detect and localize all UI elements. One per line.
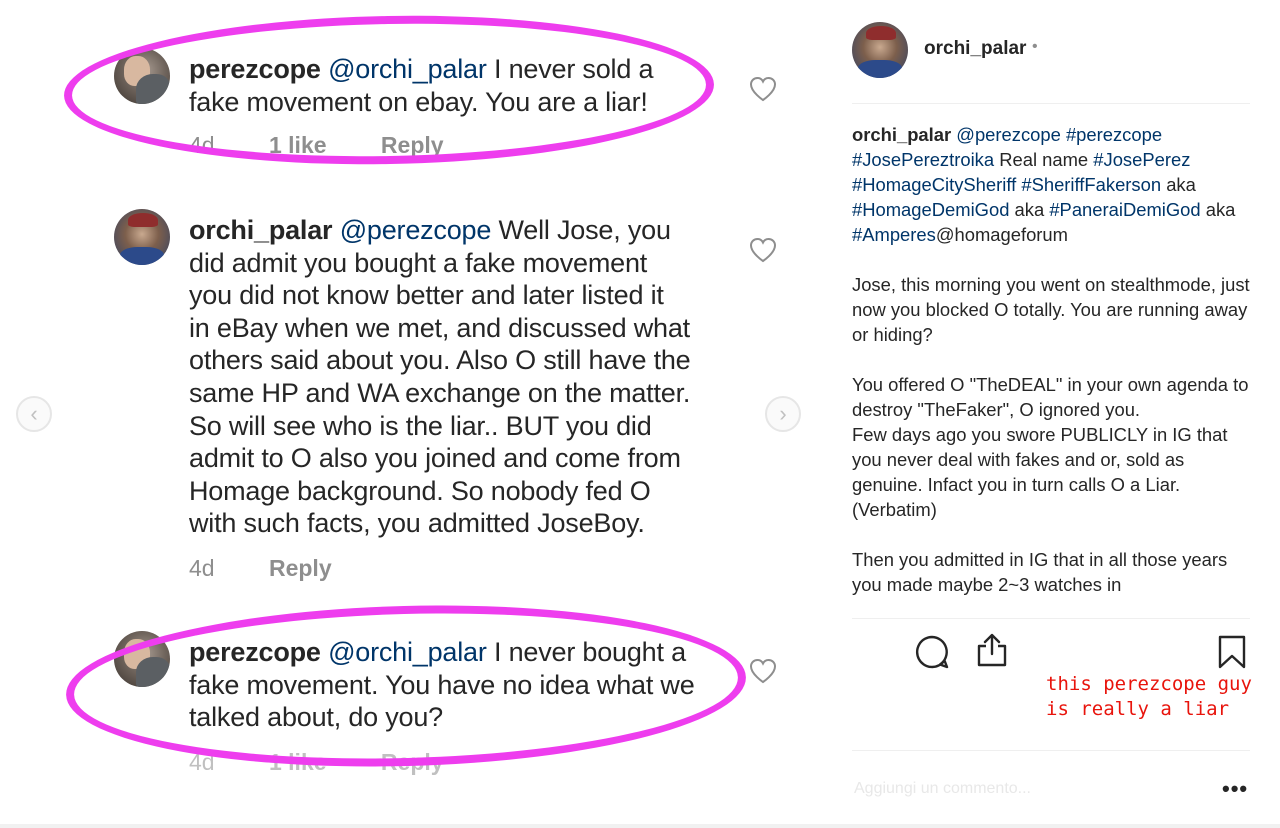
post-panel: orchi_palar • orchi_palar @perezcope #pe…	[840, 0, 1280, 828]
comment-likes[interactable]: 1 like	[269, 749, 327, 775]
red-annotation-note: this perezcope guy is really a liar	[1046, 673, 1252, 720]
comments-screenshot: perezcope @orchi_palar I never sold a fa…	[0, 0, 840, 828]
comment-username[interactable]: perezcope	[189, 637, 321, 667]
bookmark-icon[interactable]	[1214, 634, 1250, 670]
caption-text: @homageforum	[935, 224, 1068, 245]
comment-mention[interactable]: @perezcope	[340, 215, 492, 245]
comment-3: perezcope @orchi_palar I never bought a …	[189, 636, 695, 734]
comment-text-line: talked about, do you?	[189, 702, 444, 733]
comment-mention[interactable]: @orchi_palar	[328, 637, 487, 667]
reply-button[interactable]: Reply	[381, 749, 444, 775]
avatar-orchi-palar[interactable]	[114, 209, 170, 265]
avatar-perezcope[interactable]	[114, 48, 170, 104]
caption-text: aka	[1205, 199, 1236, 220]
caption-paragraph: Jose, this morning you went on stealthmo…	[852, 274, 1250, 345]
reply-button[interactable]: Reply	[381, 132, 444, 158]
hashtag[interactable]: #JosePereztroika	[852, 149, 994, 170]
comment-text-line: same HP and WA exchange on the matter.	[189, 377, 691, 408]
comment-meta: 4d 1 like Reply	[189, 132, 492, 159]
comment-text-line: I never sold a	[493, 54, 654, 84]
divider	[852, 750, 1250, 751]
comment-time: 4d	[189, 555, 215, 581]
hashtag[interactable]: #JosePerez	[1093, 149, 1190, 170]
caption-paragraph: Then you admitted in IG that in all thos…	[852, 549, 1228, 595]
comment-text-line: admit to O also you joined and come from	[189, 443, 681, 474]
share-icon[interactable]	[974, 632, 1010, 668]
caption-text: aka	[1166, 174, 1196, 195]
heart-icon[interactable]	[749, 237, 777, 263]
caption-tags[interactable]: @perezcope #perezcope	[956, 124, 1162, 145]
comment-time: 4d	[189, 749, 215, 775]
comment-text-line: in eBay when we met, and discussed what	[189, 312, 690, 343]
caption-text: aka	[1014, 199, 1045, 220]
divider	[852, 103, 1250, 104]
comment-username[interactable]: orchi_palar	[189, 215, 333, 245]
divider	[852, 618, 1250, 619]
caption-paragraph: Few days ago you swore PUBLICLY in IG th…	[852, 424, 1228, 520]
comment-text-line: with such facts, you admitted JoseBoy.	[189, 508, 645, 539]
comment-text-line: fake movement. You have no idea what we	[189, 669, 695, 700]
more-options-icon[interactable]: •••	[1222, 776, 1248, 802]
bottom-edge	[0, 824, 1280, 828]
hashtag[interactable]: #SheriffFakerson	[1021, 174, 1161, 195]
caption-paragraph: You offered O "TheDEAL" in your own agen…	[852, 374, 1249, 420]
post-username[interactable]: orchi_palar	[924, 38, 1026, 60]
chevron-right-icon[interactable]: ›	[765, 396, 801, 432]
comment-username[interactable]: perezcope	[189, 54, 321, 84]
comment-likes[interactable]: 1 like	[269, 132, 327, 158]
comment-text-line: you did not know better and later listed…	[189, 280, 664, 311]
comment-meta: 4d 1 like Reply	[189, 749, 492, 776]
post-caption: orchi_palar @perezcope #perezcope #JoseP…	[852, 122, 1252, 618]
comment-text-line: Homage background. So nobody fed O	[189, 475, 651, 506]
avatar-perezcope[interactable]	[114, 631, 170, 687]
hashtag[interactable]: #Amperes	[852, 224, 936, 245]
hashtag[interactable]: #HomageDemiGod	[852, 199, 1009, 220]
comment-2: orchi_palar @perezcope Well Jose, you di…	[189, 214, 691, 540]
separator-dot: •	[1032, 38, 1038, 55]
chevron-left-icon[interactable]: ‹	[16, 396, 52, 432]
heart-icon[interactable]	[749, 76, 777, 102]
comment-text-line: fake movement on ebay. You are a liar!	[189, 86, 648, 117]
heart-icon[interactable]	[749, 658, 777, 684]
comment-text-line: So will see who is the liar.. BUT you di…	[189, 410, 652, 441]
comment-meta: 4d Reply	[189, 555, 380, 582]
avatar-post-author[interactable]	[852, 22, 908, 78]
comment-text-line: others said about you. Also O still have…	[189, 345, 691, 376]
comment-1: perezcope @orchi_palar I never sold a fa…	[189, 53, 653, 118]
comment-text-line: Well Jose, you	[498, 215, 671, 245]
comment-text-line: I never bought a	[493, 637, 686, 667]
hashtag[interactable]: #PaneraiDemiGod	[1049, 199, 1200, 220]
comment-time: 4d	[189, 132, 215, 158]
comment-mention[interactable]: @orchi_palar	[328, 54, 487, 84]
add-comment-input[interactable]: Aggiungi un commento...	[854, 780, 1031, 798]
hashtag[interactable]: #HomageCitySheriff	[852, 174, 1016, 195]
comment-text-line: did admit you bought a fake movement	[189, 247, 648, 278]
caption-text: Real name	[999, 149, 1089, 170]
reply-button[interactable]: Reply	[269, 555, 332, 581]
caption-username[interactable]: orchi_palar	[852, 124, 951, 145]
comment-icon[interactable]	[914, 634, 950, 670]
